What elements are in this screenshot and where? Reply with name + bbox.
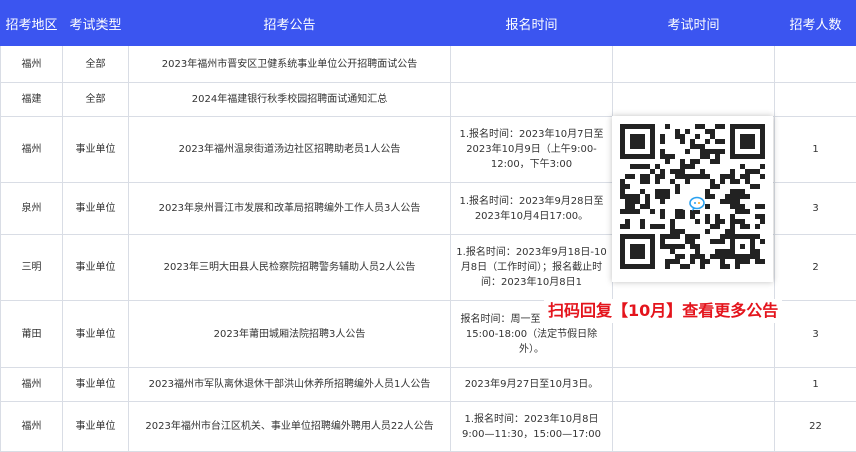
chat-bubble-icon	[681, 188, 703, 210]
cell-region: 福州	[1, 117, 63, 183]
promo-banner[interactable]: 扫码回复【10月】查看更多公告	[544, 299, 782, 323]
cell-exam	[613, 83, 775, 117]
table-row: 福州 事业单位 2023福州市军队离休退休干部洪山休养所招聘编外人员1人公告 2…	[1, 368, 856, 402]
cell-signup: 1.报名时间：2023年10月7日至2023年10月9日（上午9:00-12:0…	[451, 117, 613, 183]
header-notice: 招考公告	[129, 1, 451, 46]
cell-count: 22	[775, 402, 856, 452]
cell-signup: 1.报名时间：2023年9月18日-10月8日（工作时间）；报名截止时间：202…	[451, 235, 613, 301]
cell-signup: 1.报名时间：2023年10月8日9:00—11:30，15:00—17:00	[451, 402, 613, 452]
cell-type: 事业单位	[63, 402, 129, 452]
cell-count: 1	[775, 117, 856, 183]
notice-link[interactable]: 2023年莆田城厢法院招聘3人公告	[129, 301, 451, 368]
cell-signup	[451, 83, 613, 117]
cell-signup: 1.报名时间：2023年9月28日至2023年10月4日17:00。	[451, 183, 613, 235]
cell-type: 全部	[63, 83, 129, 117]
cell-region: 福州	[1, 402, 63, 452]
cell-count: 3	[775, 301, 856, 368]
cell-region: 福州	[1, 368, 63, 402]
cell-type: 事业单位	[63, 117, 129, 183]
cell-count	[775, 46, 856, 83]
cell-region: 三明	[1, 235, 63, 301]
cell-region: 福建	[1, 83, 63, 117]
notice-link[interactable]: 2023年三明大田县人民检察院招聘警务辅助人员2人公告	[129, 235, 451, 301]
header-region: 招考地区	[1, 1, 63, 46]
cell-count	[775, 83, 856, 117]
header-count: 招考人数	[775, 1, 856, 46]
cell-exam	[613, 368, 775, 402]
cell-region: 福州	[1, 46, 63, 83]
notice-link[interactable]: 2023年泉州晋江市发展和改革局招聘编外工作人员3人公告	[129, 183, 451, 235]
cell-type: 事业单位	[63, 368, 129, 402]
cell-count: 1	[775, 368, 856, 402]
table-header-row: 招考地区 考试类型 招考公告 报名时间 考试时间 招考人数	[1, 1, 856, 46]
cell-exam	[613, 402, 775, 452]
header-signup-time: 报名时间	[451, 1, 613, 46]
cell-type: 事业单位	[63, 183, 129, 235]
cell-region: 莆田	[1, 301, 63, 368]
cell-type: 事业单位	[63, 235, 129, 301]
notice-link[interactable]: 2023福州市军队离休退休干部洪山休养所招聘编外人员1人公告	[129, 368, 451, 402]
qr-code-popup[interactable]	[612, 116, 773, 282]
notice-link[interactable]: 2024年福建银行秋季校园招聘面试通知汇总	[129, 83, 451, 117]
notice-link[interactable]: 2023年福州市台江区机关、事业单位招聘编外聘用人员22人公告	[129, 402, 451, 452]
cell-signup	[451, 46, 613, 83]
header-type: 考试类型	[63, 1, 129, 46]
notice-link[interactable]: 2023年福州温泉街道汤边社区招聘助老员1人公告	[129, 117, 451, 183]
table-row: 福州 事业单位 2023年福州市台江区机关、事业单位招聘编外聘用人员22人公告 …	[1, 402, 856, 452]
header-exam-time: 考试时间	[613, 1, 775, 46]
cell-count: 3	[775, 183, 856, 235]
cell-type: 事业单位	[63, 301, 129, 368]
notice-link[interactable]: 2023年福州市晋安区卫健系统事业单位公开招聘面试公告	[129, 46, 451, 83]
table-row: 福建 全部 2024年福建银行秋季校园招聘面试通知汇总	[1, 83, 856, 117]
cell-signup: 2023年9月27日至10月3日。	[451, 368, 613, 402]
table-row: 福州 全部 2023年福州市晋安区卫健系统事业单位公开招聘面试公告	[1, 46, 856, 83]
cell-count: 2	[775, 235, 856, 301]
cell-region: 泉州	[1, 183, 63, 235]
cell-exam	[613, 46, 775, 83]
cell-type: 全部	[63, 46, 129, 83]
